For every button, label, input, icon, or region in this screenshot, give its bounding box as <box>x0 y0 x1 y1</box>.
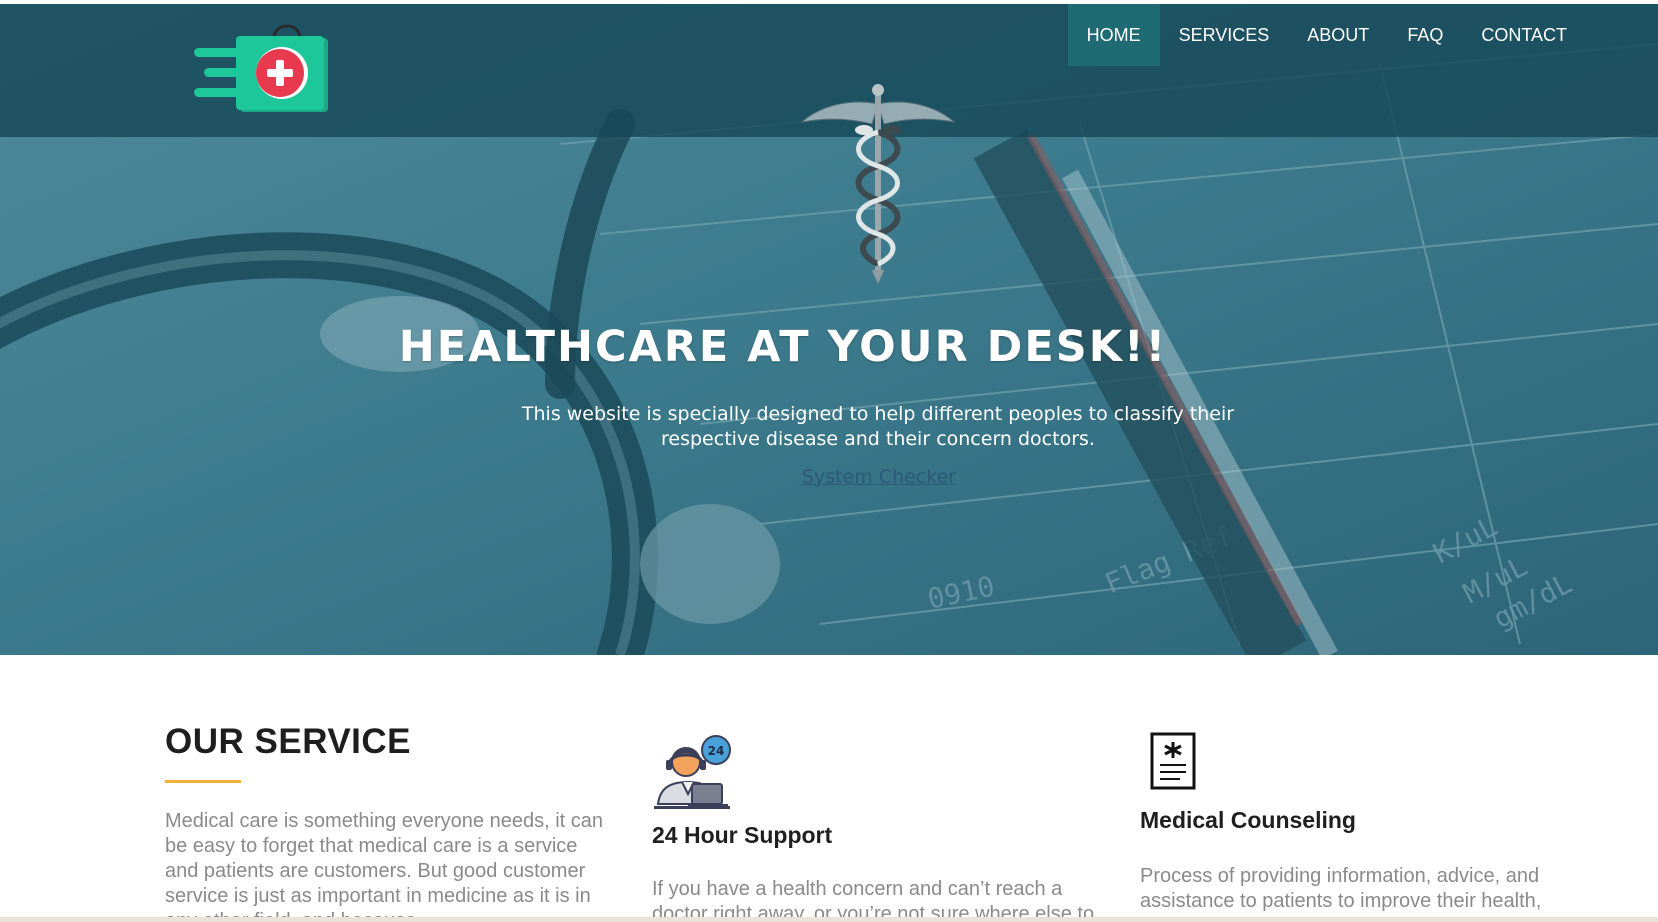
caduceus-icon <box>800 84 956 284</box>
nav-services[interactable]: SERVICES <box>1160 4 1289 66</box>
bottom-border <box>0 917 1658 922</box>
nav-contact[interactable]: CONTACT <box>1462 4 1586 66</box>
counseling-card-text: Process of providing information, advice… <box>1140 865 1542 922</box>
hero-description: This website is specially designed to he… <box>521 403 1235 450</box>
medical-bag-icon[interactable] <box>192 18 332 116</box>
counseling-card: Medical Counseling Process of providing … <box>1140 700 1570 922</box>
section-title: OUR SERVICE <box>165 722 412 761</box>
nav-faq[interactable]: FAQ <box>1388 4 1462 66</box>
hero-section: 0910 Flag Ref K/uL M/uL gm/dL HOME SERVI… <box>0 4 1658 655</box>
support-card: 24 24 Hour Support If you have a health … <box>652 700 1102 922</box>
counseling-card-title: Medical Counseling <box>1140 807 1356 833</box>
title-underline <box>165 780 241 783</box>
support-card-text: If you have a health concern and can’t r… <box>652 878 1095 922</box>
svg-text:24: 24 <box>708 744 725 758</box>
hero-title: HEALTHCARE AT YOUR DESK!! <box>398 322 1168 372</box>
service-intro-text: Medical care is something everyone needs… <box>165 810 604 922</box>
our-service-column: OUR SERVICE Medical care is something ev… <box>165 700 615 922</box>
nav-home[interactable]: HOME <box>1067 4 1160 66</box>
support-agent-24-icon: 24 <box>654 735 731 809</box>
nav-about[interactable]: ABOUT <box>1288 4 1388 66</box>
medical-document-icon <box>1150 732 1196 790</box>
main-nav: HOME SERVICES ABOUT FAQ CONTACT <box>1067 4 1658 66</box>
support-card-title: 24 Hour Support <box>652 822 833 848</box>
system-checker-link[interactable]: System Checker <box>700 466 1058 488</box>
